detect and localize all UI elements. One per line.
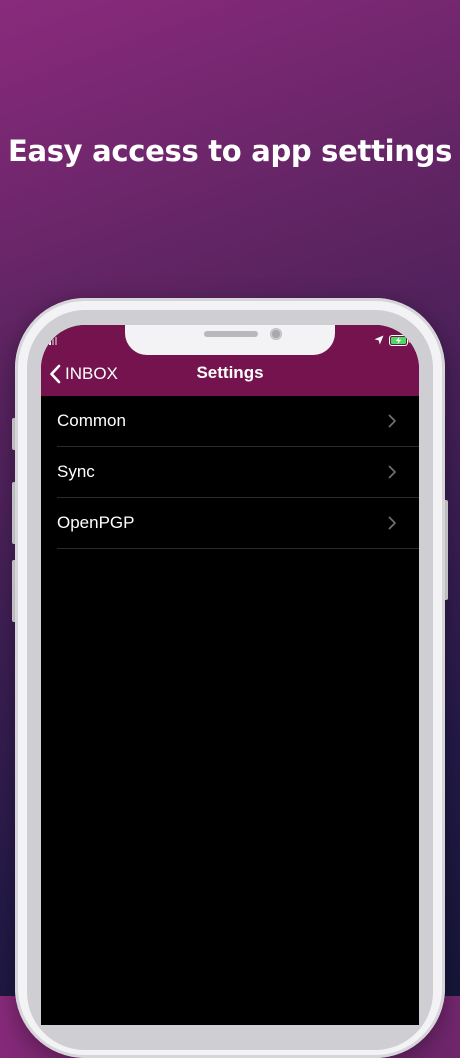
app-screen: INBOX Settings Common Sync OpenPGP bbox=[41, 325, 419, 1025]
settings-item-sync[interactable]: Sync bbox=[57, 447, 419, 498]
settings-item-openpgp[interactable]: OpenPGP bbox=[57, 498, 419, 549]
front-camera bbox=[270, 328, 282, 340]
settings-item-common[interactable]: Common bbox=[57, 396, 419, 447]
chevron-right-icon bbox=[388, 516, 396, 530]
settings-list: Common Sync OpenPGP bbox=[41, 396, 419, 549]
promo-headline: Easy access to app settings bbox=[7, 134, 453, 168]
settings-item-label: Common bbox=[57, 411, 126, 430]
settings-item-label: Sync bbox=[57, 462, 95, 481]
chevron-right-icon bbox=[388, 414, 396, 428]
settings-item-label: OpenPGP bbox=[57, 513, 135, 532]
location-arrow-icon bbox=[374, 335, 384, 345]
battery-charging-icon bbox=[389, 335, 411, 346]
speaker-grille bbox=[204, 331, 258, 337]
cellular-signal-icon bbox=[46, 337, 57, 345]
page-title: Settings bbox=[196, 363, 264, 382]
chevron-right-icon bbox=[388, 465, 396, 479]
